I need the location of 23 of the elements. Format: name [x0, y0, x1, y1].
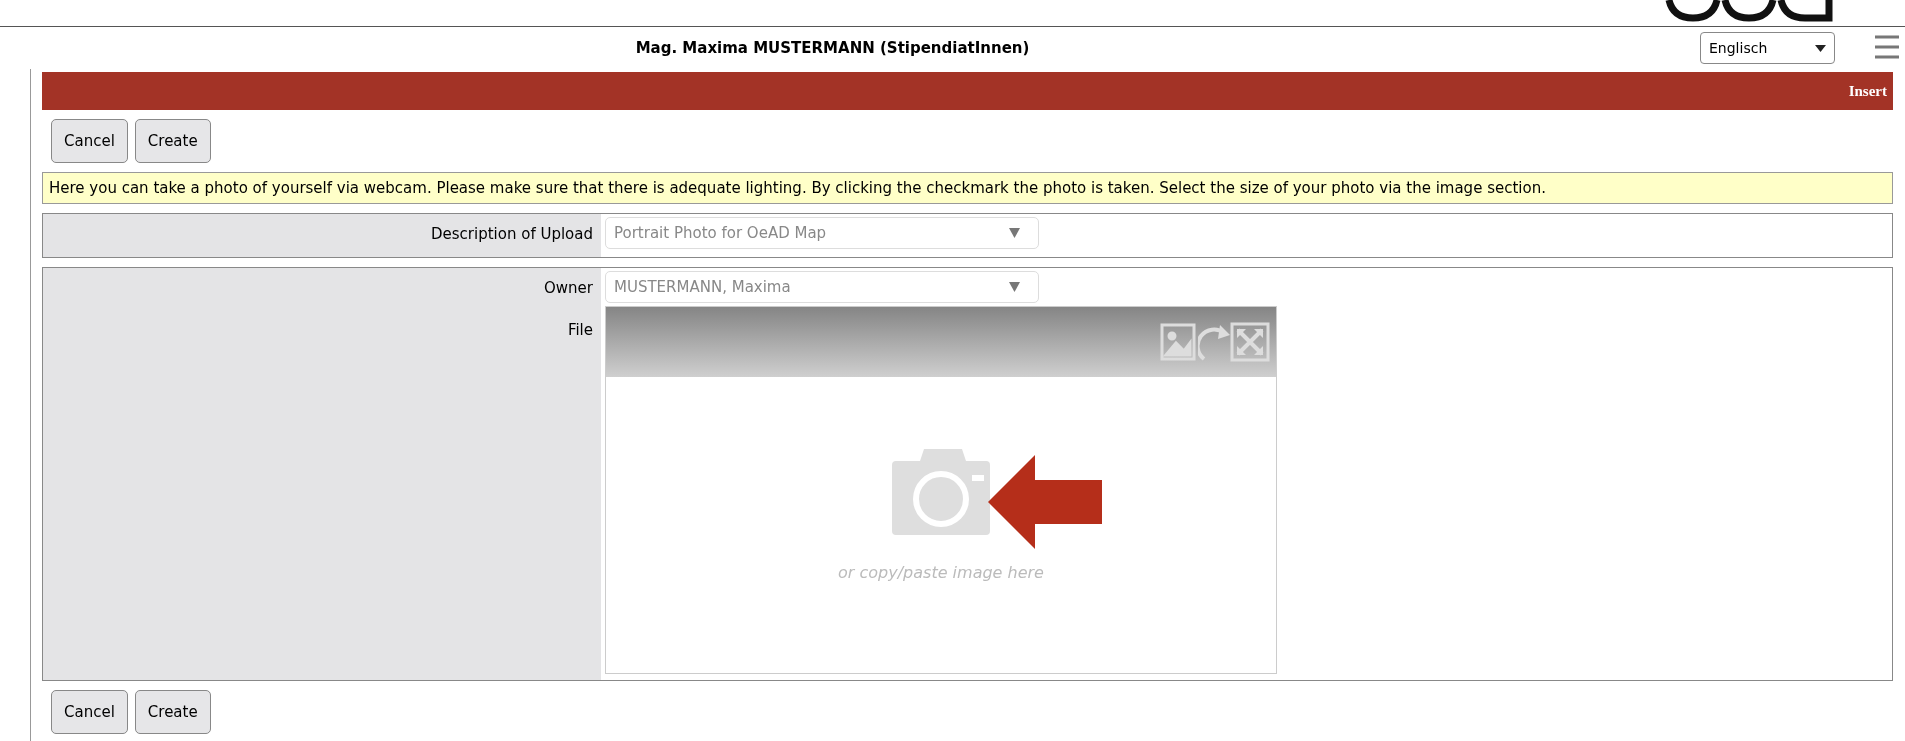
- field-label: File: [567, 320, 593, 341]
- fullscreen-icon: [1230, 321, 1270, 363]
- create-button[interactable]: Create: [134, 119, 211, 163]
- owner-select[interactable]: MUSTERMANN, Maxima: [605, 271, 1039, 303]
- menu-icon[interactable]: [1875, 35, 1899, 59]
- description-select[interactable]: Portrait Photo for OeAD Map: [605, 217, 1039, 249]
- user-title: Mag. Maxima MUSTERMANN (StipendiatInnen): [635, 39, 1030, 57]
- pointer-arrow-icon: [988, 455, 1102, 549]
- camera-icon: [892, 447, 990, 535]
- info-message: Here you can take a photo of yourself via webcam. Please make sure that there is adequate lighting. By clicking the checkmark the photo is taken. Select the size of your photo via the image section.: [42, 172, 1893, 204]
- create-button[interactable]: Create: [134, 690, 211, 734]
- crop-image-icon: [1158, 321, 1198, 363]
- dropdown-arrow-icon: [1009, 282, 1020, 292]
- field-label: Description of Upload: [431, 224, 593, 245]
- drop-hint: or copy/paste image here: [838, 563, 1044, 582]
- field-label: Owner: [544, 278, 593, 299]
- section-title-bar: Insert: [42, 72, 1893, 110]
- logo-fragment-icon: [1665, 0, 1835, 24]
- language-select[interactable]: Englisch: [1700, 32, 1835, 64]
- dropdown-arrow-icon: [1009, 228, 1020, 238]
- dropdown-arrow-icon: [1815, 44, 1826, 52]
- cancel-button[interactable]: Cancel: [51, 690, 128, 734]
- cancel-button[interactable]: Cancel: [51, 119, 128, 163]
